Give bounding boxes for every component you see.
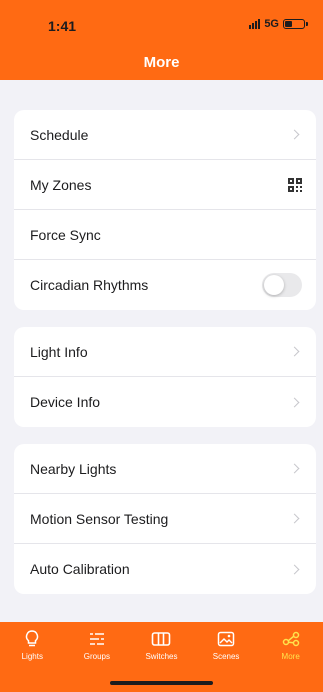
menu-item-label: Schedule [30, 126, 89, 143]
tab-lights[interactable]: Lights [0, 622, 65, 692]
menu-item-my-zones[interactable]: My Zones [14, 160, 316, 210]
tab-label: More [281, 652, 300, 661]
switches-icon [151, 628, 171, 650]
menu-item-label: Device Info [30, 394, 101, 410]
menu-item-circadian-rhythms: Circadian Rhythms [14, 260, 316, 310]
scenes-icon [217, 628, 235, 650]
lightbulb-icon [24, 628, 40, 650]
chevron-right-icon [289, 513, 300, 524]
tab-more[interactable]: More [258, 622, 323, 692]
tab-label: Switches [145, 652, 178, 661]
tab-label: Lights [21, 652, 43, 661]
signal-icon [249, 19, 261, 29]
share-nodes-icon [282, 628, 300, 650]
menu-item-motion-sensor-testing[interactable]: Motion Sensor Testing [14, 494, 316, 544]
menu-item-label: Circadian Rhythms [30, 277, 149, 293]
nav-bar: More [0, 44, 323, 80]
status-bar: 1:41 5G [0, 0, 323, 44]
chevron-right-icon [289, 397, 300, 407]
menu-item-force-sync[interactable]: Force Sync [14, 210, 316, 260]
menu-item-label: My Zones [30, 176, 92, 193]
toggle-knob [264, 275, 284, 295]
network-type: 5G [264, 18, 279, 30]
settings-group-info: Light Info Device Info [14, 327, 316, 427]
menu-item-label: Force Sync [30, 226, 101, 243]
circadian-rhythms-toggle[interactable] [262, 273, 302, 297]
menu-item-label: Light Info [30, 343, 88, 360]
menu-item-auto-calibration[interactable]: Auto Calibration [14, 544, 316, 594]
page-title: More [143, 53, 180, 71]
settings-group-general: Schedule My Zones Force Sync Circadian R… [14, 110, 316, 310]
menu-item-device-info[interactable]: Device Info [14, 377, 316, 427]
qr-code-icon[interactable] [288, 177, 302, 192]
menu-item-nearby-lights[interactable]: Nearby Lights [14, 444, 316, 494]
battery-icon [283, 19, 308, 29]
home-indicator [110, 681, 213, 685]
chevron-right-icon [289, 463, 300, 474]
tab-label: Groups [83, 652, 110, 661]
tab-label: Scenes [212, 652, 240, 661]
chevron-right-icon [289, 564, 300, 574]
status-time: 1:41 [48, 18, 77, 34]
menu-item-label: Auto Calibration [30, 561, 130, 577]
status-indicators: 5G [249, 18, 308, 30]
chevron-right-icon [289, 129, 300, 140]
settings-group-tools: Nearby Lights Motion Sensor Testing Auto… [14, 444, 316, 594]
menu-item-label: Motion Sensor Testing [30, 510, 169, 527]
menu-item-schedule[interactable]: Schedule [14, 110, 316, 160]
menu-item-light-info[interactable]: Light Info [14, 327, 316, 377]
chevron-right-icon [289, 346, 300, 357]
menu-item-label: Nearby Lights [30, 460, 117, 477]
groups-icon [88, 628, 106, 650]
